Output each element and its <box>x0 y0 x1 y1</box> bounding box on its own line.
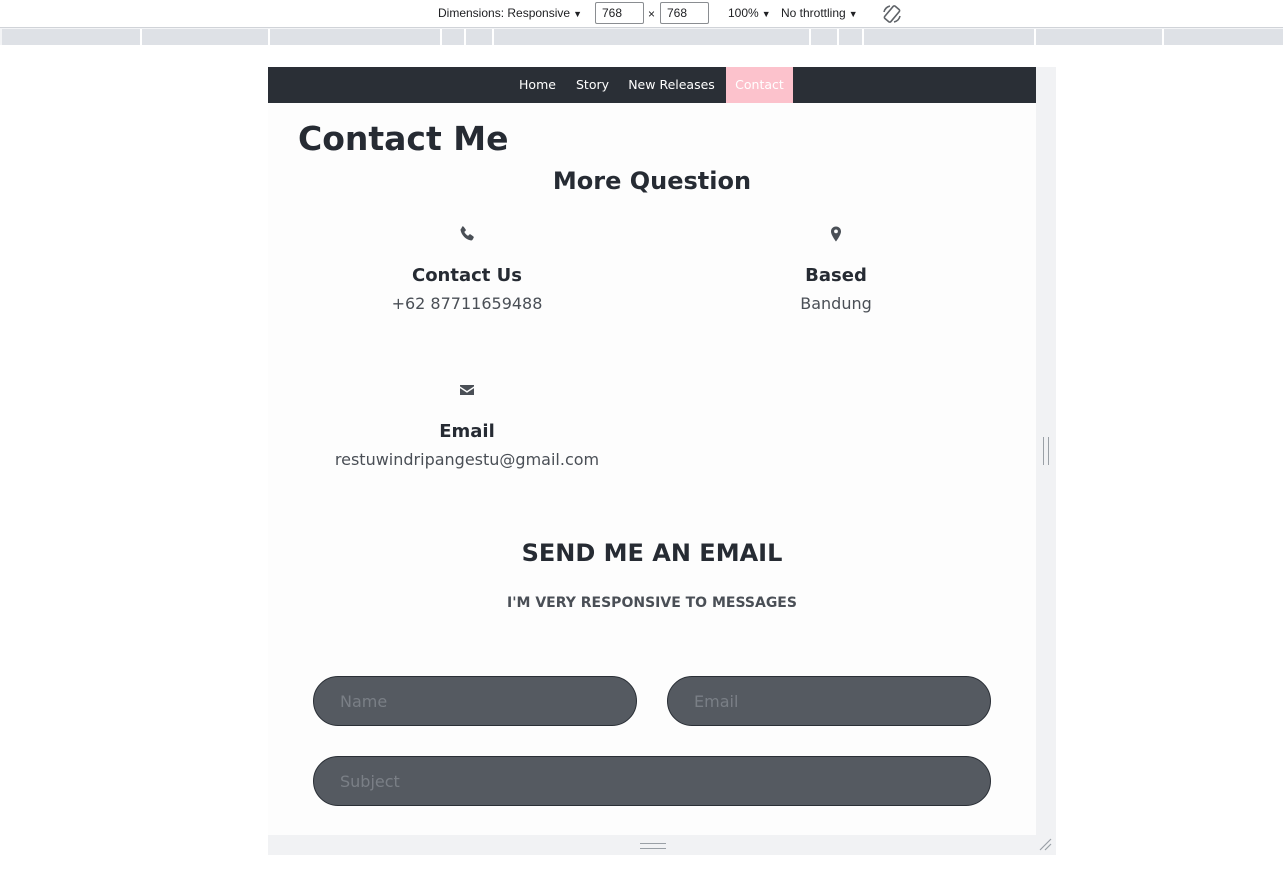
contact-us-heading: Contact Us <box>411 265 522 286</box>
throttling-label: No throttling <box>781 6 846 20</box>
dimensions-label: Dimensions: Responsive <box>438 6 571 20</box>
name-input[interactable] <box>313 676 637 726</box>
ruler-tick <box>492 29 494 45</box>
resize-handle-right[interactable] <box>1043 437 1049 465</box>
times-separator: × <box>648 7 656 21</box>
nav-new-releases[interactable]: New Releases <box>623 67 720 103</box>
device-frame: Home Story New Releases Contact Contact … <box>268 67 1056 855</box>
contact-us-block: Contact Us +62 87711659488 <box>317 224 617 313</box>
send-email-title: SEND ME AN EMAIL <box>521 539 783 567</box>
resize-corner-icon[interactable] <box>1038 837 1052 851</box>
chevron-down-icon: ▼ <box>573 9 582 19</box>
map-marker-icon <box>831 226 841 242</box>
subject-input[interactable] <box>313 756 991 806</box>
based-city: Bandung <box>800 294 872 313</box>
resize-handle-bottom[interactable] <box>640 843 666 849</box>
phone-icon <box>460 226 474 241</box>
section-title: More Question <box>552 167 752 195</box>
phone-number: +62 87711659488 <box>391 294 543 313</box>
ruler-tick <box>440 29 442 45</box>
chevron-down-icon: ▼ <box>848 9 858 19</box>
send-email-subtitle: I'M VERY RESPONSIVE TO MESSAGES <box>507 595 797 611</box>
media-query-ruler <box>2 29 1283 45</box>
ruler-tick <box>862 29 864 45</box>
ruler-tick <box>837 29 839 45</box>
devtools-toolbar: Dimensions: Responsive▼ × 100%▼ No throt… <box>0 0 1283 28</box>
email-block: Email restuwindripangestu@gmail.com <box>317 380 617 469</box>
email-heading: Email <box>439 421 495 442</box>
ruler-tick <box>140 29 142 45</box>
ruler-tick <box>464 29 466 45</box>
nav-home[interactable]: Home <box>512 67 563 103</box>
based-block: Based Bandung <box>686 224 986 313</box>
width-input[interactable] <box>595 2 644 24</box>
ruler-tick <box>1034 29 1036 45</box>
nav-contact[interactable]: Contact <box>726 67 793 103</box>
chevron-down-icon: ▼ <box>761 9 771 19</box>
page-viewport: Home Story New Releases Contact Contact … <box>268 67 1036 835</box>
ruler-tick <box>809 29 811 45</box>
site-navbar: Home Story New Releases Contact <box>268 67 1036 103</box>
envelope-icon <box>460 385 474 395</box>
ruler-tick <box>1162 29 1164 45</box>
rotate-icon[interactable] <box>881 3 903 25</box>
ruler-tick <box>268 29 270 45</box>
nav-story[interactable]: Story <box>570 67 615 103</box>
email-address: restuwindripangestu@gmail.com <box>334 450 600 469</box>
zoom-label: 100% <box>728 6 759 20</box>
height-input[interactable] <box>660 2 709 24</box>
throttling-dropdown[interactable]: No throttling ▼ <box>781 6 858 20</box>
zoom-dropdown[interactable]: 100% ▼ <box>728 6 771 20</box>
based-heading: Based <box>805 265 867 286</box>
page-title: Contact Me <box>298 119 509 158</box>
dimensions-dropdown[interactable]: Dimensions: Responsive ▼ <box>438 6 582 20</box>
email-input[interactable] <box>667 676 991 726</box>
